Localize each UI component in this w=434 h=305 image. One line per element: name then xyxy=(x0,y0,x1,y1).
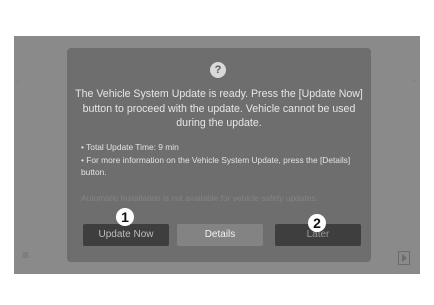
menu-lines-icon[interactable]: ≡ xyxy=(22,248,29,262)
question-circle-icon: ? xyxy=(210,62,226,78)
total-update-time: • Total Update Time: 9 min xyxy=(81,142,179,152)
right-edge-glyph: · xyxy=(413,76,416,85)
safety-update-note: Automatic Installation is not available … xyxy=(81,193,318,203)
update-info-list: • Total Update Time: 9 min • For more in… xyxy=(81,141,361,179)
update-now-button[interactable]: Update Now xyxy=(83,224,169,246)
left-edge-glyph: · xyxy=(16,76,19,86)
system-update-dialog: ? The Vehicle System Update is ready. Pr… xyxy=(67,48,371,262)
infotainment-screen: · ≡ · ? The Vehicle System Update is rea… xyxy=(14,36,420,274)
details-info: • For more information on the Vehicle Sy… xyxy=(81,154,351,178)
update-ready-message: The Vehicle System Update is ready. Pres… xyxy=(75,88,363,129)
play-icon[interactable] xyxy=(398,251,410,265)
details-button[interactable]: Details xyxy=(177,224,263,246)
callout-1: 1 xyxy=(116,208,134,226)
callout-2: 2 xyxy=(308,214,326,232)
